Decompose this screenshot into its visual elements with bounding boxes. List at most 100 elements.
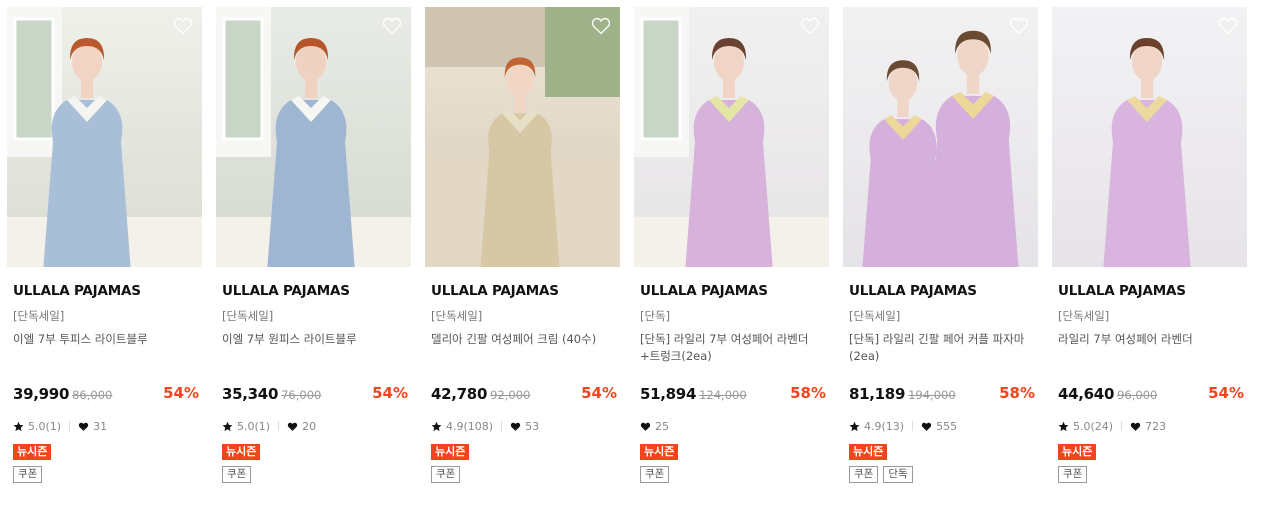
price-row: 81,189 194,000 58%: [849, 384, 1035, 404]
star-icon: [13, 421, 24, 432]
product-name[interactable]: [단독] 라일리 긴팔 페어 커플 파자마 (2ea): [849, 331, 1039, 365]
rating-value: 5.0(1): [237, 419, 271, 433]
like-count: 31: [93, 419, 108, 433]
product-image[interactable]: [1052, 7, 1247, 267]
pajama-photo-icon: [216, 7, 411, 267]
rating: 5.0(1): [13, 420, 61, 433]
like-count: 53: [525, 419, 540, 433]
product-name[interactable]: 이엘 7부 원피스 라이트블루: [222, 331, 412, 348]
rating: 5.0(24): [1058, 420, 1113, 433]
product-name[interactable]: 이엘 7부 투피스 라이트블루: [13, 331, 203, 348]
price-row: 44,640 96,000 54%: [1058, 384, 1244, 404]
product-image[interactable]: [7, 7, 202, 267]
discount-rate: 54%: [581, 384, 617, 402]
product-name[interactable]: [단독] 라일리 7부 여성페어 라벤더+트렁크(2ea): [640, 331, 830, 365]
like-count: 723: [1145, 419, 1167, 433]
product-card[interactable]: ULLALA PAJAMAS [단독세일] 이엘 7부 원피스 라이트블루 35,34…: [216, 7, 411, 502]
discount-rate: 54%: [1208, 384, 1244, 402]
rating: 4.9(13): [849, 420, 904, 433]
heart-icon: [287, 421, 298, 432]
wishlist-heart-icon[interactable]: [1009, 16, 1029, 35]
likes: 25: [640, 420, 669, 433]
star-icon: [849, 421, 860, 432]
heart-icon: [1130, 421, 1141, 432]
new-season-badge: 뉴시즌: [222, 444, 261, 460]
pajama-photo-icon: [7, 7, 202, 267]
discount-rate: 58%: [790, 384, 826, 402]
brand-name[interactable]: ULLALA PAJAMAS: [222, 283, 350, 299]
heart-icon: [640, 421, 651, 432]
divider: [278, 421, 280, 431]
pajama-photo-icon: [425, 7, 620, 267]
coupon-chip: 쿠폰: [640, 466, 670, 483]
rating: 4.9(108): [431, 420, 493, 433]
product-tag: [단독세일]: [222, 309, 274, 323]
product-grid: ULLALA PAJAMAS [단독세일] 이엘 7부 투피스 라이트블루 39,99…: [0, 0, 1261, 508]
heart-icon: [510, 421, 521, 432]
wishlist-heart-icon[interactable]: [382, 16, 402, 35]
like-count: 20: [302, 419, 317, 433]
pajama-photo-icon: [843, 7, 1038, 267]
brand-name[interactable]: ULLALA PAJAMAS: [640, 283, 768, 299]
brand-name[interactable]: ULLALA PAJAMAS: [13, 283, 141, 299]
sale-price: 44,640: [1058, 385, 1115, 403]
product-tag: [단독세일]: [849, 309, 901, 323]
like-count: 555: [936, 419, 958, 433]
product-card[interactable]: ULLALA PAJAMAS [단독세일] 라일리 7부 여성페어 라벤더 44,64…: [1052, 7, 1247, 502]
product-tag: [단독세일]: [13, 309, 65, 323]
original-price: 92,000: [490, 388, 531, 402]
sale-price: 42,780: [431, 385, 488, 403]
brand-name[interactable]: ULLALA PAJAMAS: [849, 283, 977, 299]
chip-list: 쿠폰: [431, 466, 461, 483]
product-name[interactable]: 델리아 긴팔 여성페어 크림 (40수): [431, 331, 621, 348]
sale-price: 35,340: [222, 385, 279, 403]
product-card[interactable]: ULLALA PAJAMAS [단독세일] 이엘 7부 투피스 라이트블루 39,99…: [7, 7, 202, 502]
heart-icon: [921, 421, 932, 432]
product-meta: 4.9(13) 555: [849, 418, 957, 434]
rating-value: 4.9(108): [446, 419, 494, 433]
coupon-chip: 단독: [883, 466, 913, 483]
divider: [69, 421, 71, 431]
product-image[interactable]: [425, 7, 620, 267]
product-card[interactable]: ULLALA PAJAMAS [단독] [단독] 라일리 7부 여성페어 라벤더+트…: [634, 7, 829, 502]
product-tag: [단독세일]: [431, 309, 483, 323]
discount-rate: 54%: [163, 384, 199, 402]
wishlist-heart-icon[interactable]: [1218, 16, 1238, 35]
sale-price: 51,894: [640, 385, 697, 403]
divider: [1121, 421, 1123, 431]
discount-rate: 54%: [372, 384, 408, 402]
pajama-photo-icon: [1052, 7, 1247, 267]
product-meta: 5.0(1) 31: [13, 418, 107, 434]
product-card[interactable]: ULLALA PAJAMAS [단독세일] [단독] 라일리 긴팔 페어 커플 파자…: [843, 7, 1038, 502]
chip-list: 쿠폰: [222, 466, 252, 483]
coupon-chip: 쿠폰: [1058, 466, 1088, 483]
product-image[interactable]: [634, 7, 829, 267]
star-icon: [222, 421, 233, 432]
product-image[interactable]: [216, 7, 411, 267]
new-season-badge: 뉴시즌: [13, 444, 52, 460]
rating-value: 5.0(1): [28, 419, 62, 433]
wishlist-heart-icon[interactable]: [173, 16, 193, 35]
product-meta: 25: [640, 418, 669, 434]
product-image[interactable]: [843, 7, 1038, 267]
rating-value: 4.9(13): [864, 419, 905, 433]
new-season-badge: 뉴시즌: [1058, 444, 1097, 460]
likes: 53: [510, 420, 539, 433]
wishlist-heart-icon[interactable]: [591, 16, 611, 35]
product-name[interactable]: 라일리 7부 여성페어 라벤더: [1058, 331, 1248, 348]
rating: 5.0(1): [222, 420, 270, 433]
chip-list: 쿠폰: [1058, 466, 1088, 483]
product-meta: 4.9(108) 53: [431, 418, 539, 434]
divider: [912, 421, 914, 431]
new-season-badge: 뉴시즌: [431, 444, 470, 460]
wishlist-heart-icon[interactable]: [800, 16, 820, 35]
product-tag: [단독]: [640, 309, 671, 323]
sale-price: 39,990: [13, 385, 70, 403]
brand-name[interactable]: ULLALA PAJAMAS: [431, 283, 559, 299]
new-season-badge: 뉴시즌: [849, 444, 888, 460]
divider: [501, 421, 503, 431]
chip-list: 쿠폰: [640, 466, 670, 483]
brand-name[interactable]: ULLALA PAJAMAS: [1058, 283, 1186, 299]
original-price: 86,000: [72, 388, 113, 402]
product-card[interactable]: ULLALA PAJAMAS [단독세일] 델리아 긴팔 여성페어 크림 (40수)…: [425, 7, 620, 502]
